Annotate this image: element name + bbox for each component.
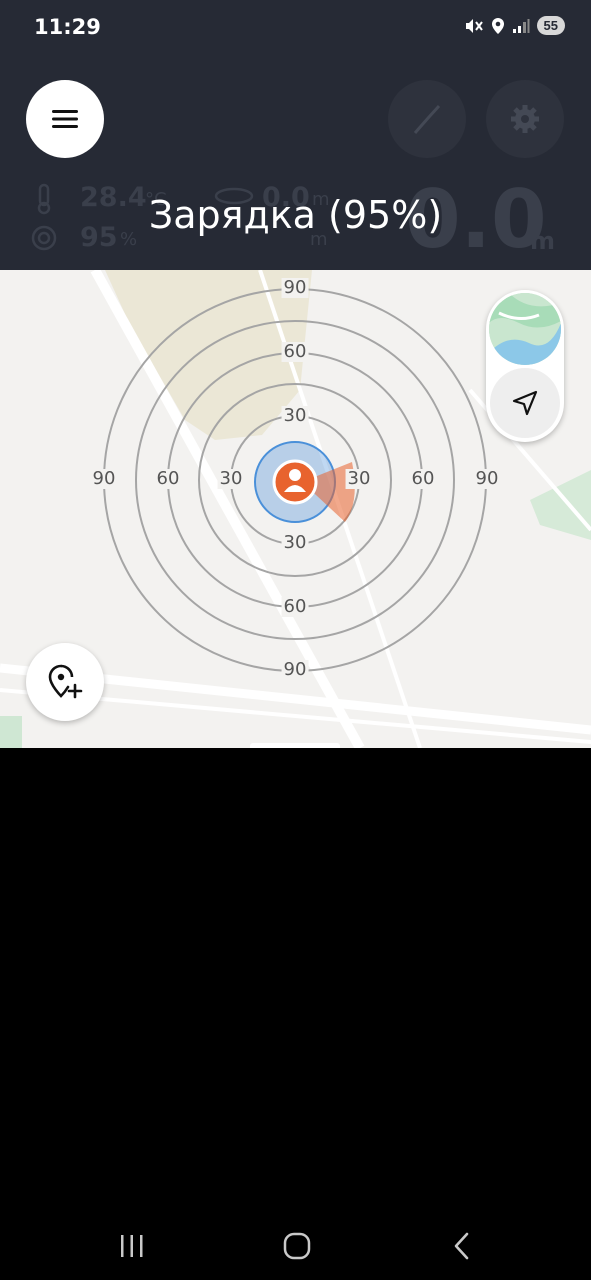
back-button[interactable] xyxy=(442,1229,482,1263)
settings-button[interactable] xyxy=(486,80,564,158)
user-location-marker xyxy=(272,459,318,505)
system-navigation-bar xyxy=(0,1215,591,1280)
map-thumbnail xyxy=(489,293,561,365)
map-layer-button[interactable] xyxy=(489,293,561,365)
radar-label-top-30: 30 xyxy=(281,405,309,426)
home-icon xyxy=(283,1232,311,1260)
menu-button[interactable] xyxy=(26,80,104,158)
status-bar: 11:29 55 xyxy=(0,0,591,56)
header-panel: 11:29 55 28.4 °C 95 % 0.0 m m 0.0 m Заря… xyxy=(0,0,591,270)
bottom-sheet xyxy=(0,748,591,1280)
rod-button[interactable] xyxy=(388,80,466,158)
navigate-button[interactable] xyxy=(490,368,560,438)
add-point-button[interactable] xyxy=(26,643,104,721)
fishing-rod-icon xyxy=(413,104,441,134)
signal-icon xyxy=(512,18,530,33)
radar-label-right-30: 30 xyxy=(345,468,373,489)
mute-icon xyxy=(465,18,483,33)
recent-apps-button[interactable] xyxy=(112,1229,152,1263)
radar-label-left-90: 90 xyxy=(90,468,118,489)
radar-label-left-60: 60 xyxy=(154,468,182,489)
radar-label-left-30: 30 xyxy=(217,468,245,489)
status-time: 11:29 xyxy=(34,15,101,39)
location-icon xyxy=(491,17,504,34)
charging-status: Зарядка (95%) xyxy=(148,193,443,237)
radar-label-bottom-30: 30 xyxy=(281,532,309,553)
radar-label-top-90: 90 xyxy=(281,277,309,298)
navigation-arrow-icon xyxy=(512,390,538,416)
hamburger-icon xyxy=(52,110,78,128)
radar-label-right-90: 90 xyxy=(473,468,501,489)
radar-label-bottom-90: 90 xyxy=(281,659,309,680)
radar-label-top-60: 60 xyxy=(281,341,309,362)
map-controls xyxy=(486,290,564,442)
recent-apps-icon xyxy=(121,1235,143,1257)
status-icons: 55 xyxy=(464,16,565,35)
add-location-icon xyxy=(48,664,83,699)
radar-label-right-60: 60 xyxy=(409,468,437,489)
home-button[interactable] xyxy=(277,1229,317,1263)
radar-label-bottom-60: 60 xyxy=(281,596,309,617)
back-icon xyxy=(454,1232,469,1260)
gear-icon xyxy=(511,105,539,133)
battery-indicator: 55 xyxy=(536,16,565,35)
